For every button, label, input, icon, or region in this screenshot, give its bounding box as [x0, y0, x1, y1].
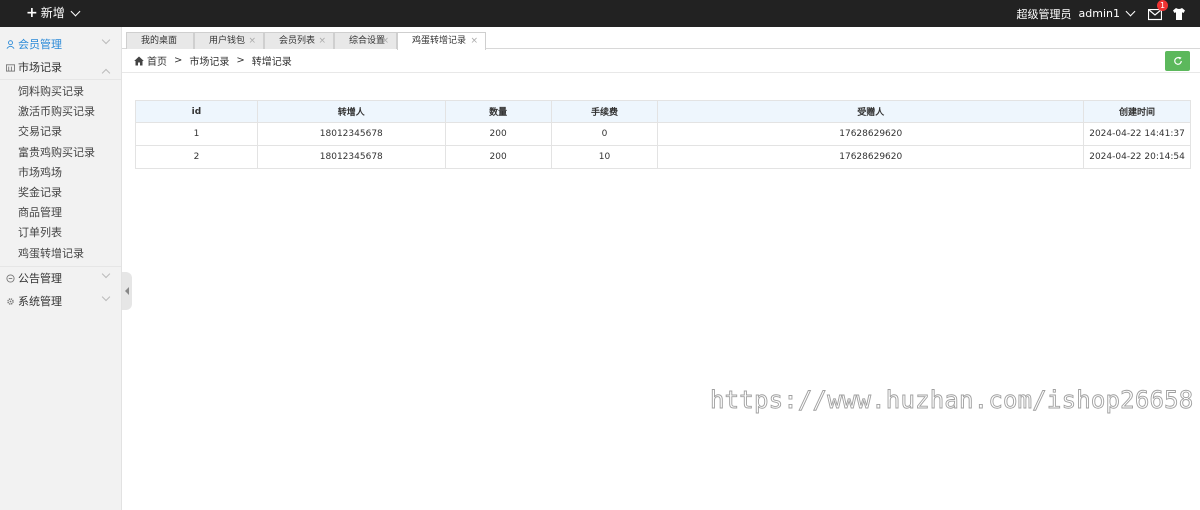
- message-button[interactable]: 1: [1146, 0, 1168, 23]
- chevron-down-icon: [101, 35, 111, 45]
- tab-label: 鸡蛋转增记录: [412, 36, 467, 46]
- tab-bar: 我的桌面 用户钱包 × 会员列表 × 综合设置 × 鸡蛋转增记录 ×: [122, 27, 1200, 50]
- username: admin1: [1078, 7, 1120, 20]
- tab-egg-transfer[interactable]: 鸡蛋转增记录 ×: [397, 32, 486, 50]
- add-new-button[interactable]: + 新增: [26, 0, 81, 27]
- column-header-recipient: 受赠人: [657, 100, 1085, 123]
- message-badge: 1: [1157, 0, 1168, 11]
- transfer-table: id 转增人 数量 手续费 受赠人 创建时间 1 18012345678 200…: [135, 100, 1191, 169]
- column-header-created: 创建时间: [1083, 100, 1191, 123]
- close-icon[interactable]: ×: [248, 33, 256, 49]
- user-icon: [6, 40, 15, 49]
- tab-label: 我的桌面: [141, 36, 178, 46]
- sidebar-group-label: 系统管理: [18, 294, 62, 308]
- sidebar-item-bonus[interactable]: 奖金记录: [0, 183, 121, 203]
- sidebar-group-notices[interactable]: 公告管理: [0, 267, 121, 290]
- chevron-down-icon: [1125, 6, 1136, 17]
- sidebar: 会员管理 市场记录 饲料购买记录 激活币购买记录 交易记录 富贵鸡购买记录 市场…: [0, 27, 122, 510]
- table-header-row: id 转增人 数量 手续费 受赠人 创建时间: [135, 100, 1191, 123]
- sidebar-item-products[interactable]: 商品管理: [0, 203, 121, 223]
- user-menu[interactable]: admin1: [1078, 6, 1136, 20]
- sidebar-item-egg-transfer[interactable]: 鸡蛋转增记录: [0, 244, 121, 264]
- chevron-up-icon: [101, 68, 111, 78]
- cell-created: 2024-04-22 14:41:37: [1083, 122, 1191, 146]
- cell-created: 2024-04-22 20:14:54: [1083, 145, 1191, 169]
- cell-sender: 18012345678: [256, 145, 446, 169]
- caret-left-icon: [125, 287, 129, 295]
- refresh-button[interactable]: [1165, 51, 1190, 71]
- column-header-id: id: [135, 100, 258, 123]
- sidebar-group-system[interactable]: 系统管理: [0, 290, 121, 313]
- chevron-down-icon: [101, 292, 111, 301]
- close-icon[interactable]: ×: [470, 33, 478, 49]
- cell-sender: 18012345678: [256, 122, 446, 146]
- sidebar-item-market-farm[interactable]: 市场鸡场: [0, 163, 121, 183]
- refresh-icon: [1173, 56, 1182, 65]
- chevron-down-icon: [101, 269, 111, 278]
- top-bar: + 新增 超级管理员 admin1 1: [0, 0, 1200, 27]
- market-icon: [6, 64, 15, 72]
- breadcrumb-home[interactable]: 首页: [147, 53, 167, 68]
- cell-recipient: 17628629620: [657, 145, 1085, 169]
- tab-user-wallet[interactable]: 用户钱包 ×: [194, 32, 264, 49]
- cell-id: 1: [135, 122, 258, 146]
- close-icon[interactable]: ×: [381, 33, 389, 49]
- tab-label: 用户钱包: [209, 36, 246, 46]
- breadcrumb-market[interactable]: 市场记录: [189, 53, 229, 68]
- breadcrumb-separator: >: [174, 55, 183, 66]
- tab-label: 会员列表: [279, 36, 316, 46]
- sidebar-collapse-handle[interactable]: [122, 272, 132, 310]
- gear-icon: [7, 297, 14, 305]
- watermark-text: https://www.huzhan.com/ishop26658: [710, 386, 1194, 415]
- cell-amount: 200: [444, 145, 552, 169]
- tab-my-desktop[interactable]: 我的桌面: [126, 32, 194, 49]
- sidebar-item-coin-purchase[interactable]: 激活币购买记录: [0, 102, 121, 122]
- cell-recipient: 17628629620: [657, 122, 1085, 146]
- market-submenu: 饲料购买记录 激活币购买记录 交易记录 富贵鸡购买记录 市场鸡场 奖金记录 商品…: [0, 79, 121, 267]
- column-header-fee: 手续费: [550, 100, 659, 123]
- sidebar-group-members[interactable]: 会员管理: [0, 33, 121, 56]
- sidebar-item-orders[interactable]: 订单列表: [0, 223, 121, 243]
- breadcrumb-separator: >: [236, 55, 245, 66]
- sidebar-item-chicken-purchase[interactable]: 富贵鸡购买记录: [0, 143, 121, 163]
- breadcrumb-current: 转增记录: [251, 57, 292, 68]
- close-icon[interactable]: ×: [318, 33, 326, 49]
- sidebar-group-market[interactable]: 市场记录: [0, 56, 121, 79]
- cell-amount: 200: [444, 122, 552, 146]
- breadcrumb: 首页 > 市场记录 > 转增记录: [122, 49, 1200, 73]
- table-row: 1 18012345678 200 0 17628629620 2024-04-…: [135, 122, 1191, 146]
- sidebar-item-feed-purchase[interactable]: 饲料购买记录: [0, 82, 121, 102]
- cell-fee: 0: [550, 122, 659, 146]
- table-row: 2 18012345678 200 10 17628629620 2024-04…: [135, 145, 1191, 169]
- topbar-right: 超级管理员 admin1 1: [1017, 0, 1200, 27]
- chevron-down-icon: [70, 6, 81, 17]
- notice-icon: [6, 274, 15, 283]
- sidebar-group-label: 公告管理: [18, 271, 62, 285]
- plus-icon: +: [26, 5, 38, 21]
- column-header-sender: 转增人: [256, 100, 446, 123]
- skin-icon[interactable]: [1172, 7, 1186, 21]
- cell-id: 2: [135, 145, 258, 169]
- column-header-amount: 数量: [444, 100, 552, 123]
- tab-general-settings[interactable]: 综合设置 ×: [334, 32, 397, 49]
- sidebar-group-label: 会员管理: [18, 38, 62, 51]
- home-icon: [134, 56, 144, 65]
- tab-label: 综合设置: [349, 36, 386, 46]
- tab-member-list[interactable]: 会员列表 ×: [264, 32, 334, 49]
- sidebar-item-trades[interactable]: 交易记录: [0, 122, 121, 142]
- cell-fee: 10: [550, 145, 659, 169]
- user-role: 超级管理员: [1016, 7, 1072, 21]
- sidebar-group-label: 市场记录: [18, 61, 62, 74]
- add-new-label: 新增: [40, 6, 65, 20]
